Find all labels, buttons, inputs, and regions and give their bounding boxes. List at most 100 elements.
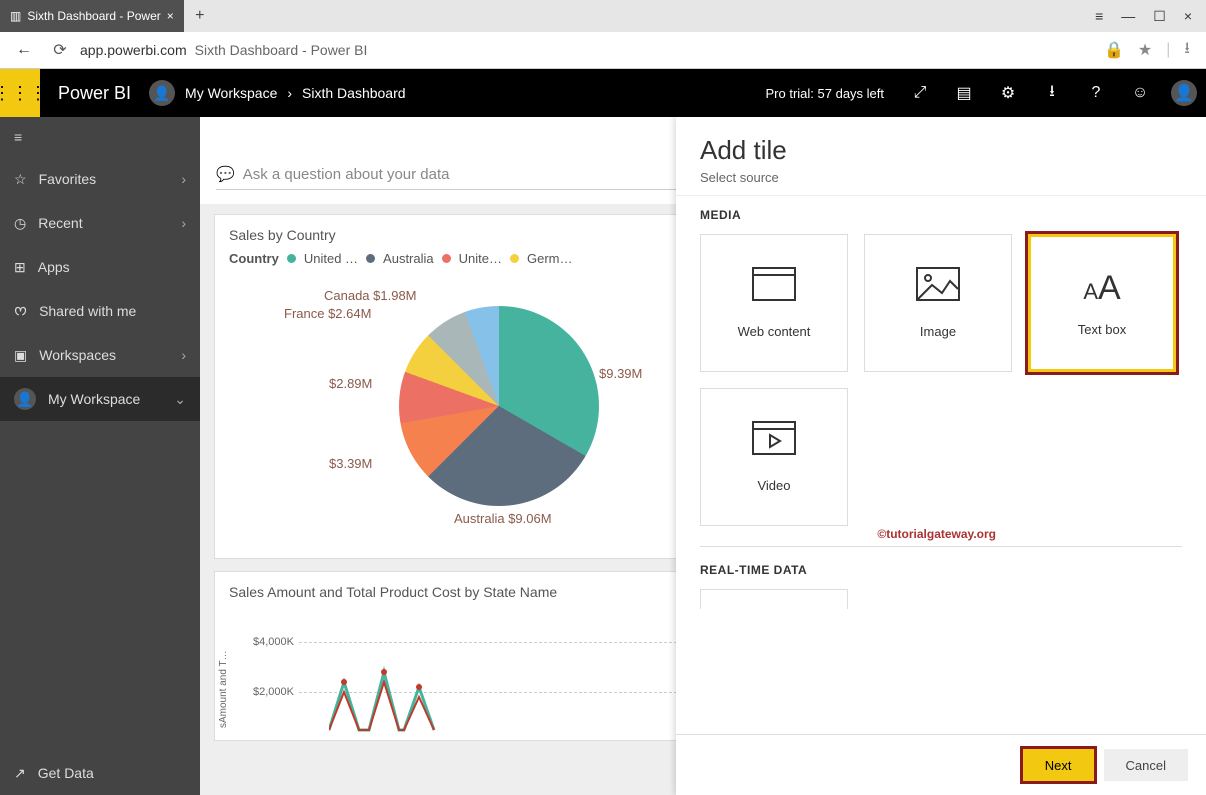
chevron-right-icon: ›	[181, 347, 186, 363]
sidebar-item-my-workspace[interactable]: 👤 My Workspace ⌄	[0, 377, 200, 421]
divider	[700, 546, 1182, 547]
sidebar-item-shared[interactable]: ᰔ Shared with me	[0, 289, 200, 333]
sidebar-toggle[interactable]: ≡	[0, 117, 200, 157]
pie-label: $3.39M	[329, 456, 372, 471]
pie-label: $2.89M	[329, 376, 372, 391]
next-button[interactable]: Next	[1023, 749, 1094, 781]
sidebar-item-label: Workspaces	[39, 347, 116, 363]
apps-icon: ⊞	[14, 259, 26, 276]
top-nav: ⋮⋮⋮ Power BI 👤 My Workspace › Sixth Dash…	[0, 69, 1206, 117]
clock-icon: ◷	[14, 215, 26, 232]
fullscreen-icon[interactable]: ⤢	[898, 69, 942, 117]
brand: Power BI	[40, 83, 149, 104]
breadcrumb-workspace[interactable]: My Workspace	[185, 85, 277, 101]
y-tick: $2,000K	[253, 686, 294, 698]
chart-icon: ▥	[10, 9, 21, 23]
panel-title: Add tile	[700, 135, 1182, 166]
chevron-down-icon: ⌄	[174, 391, 186, 408]
download-icon[interactable]: ⭳	[1184, 37, 1190, 64]
workspaces-icon: ▣	[14, 347, 27, 364]
browser-tab[interactable]: ▥ Sixth Dashboard - Power ×	[0, 0, 184, 32]
tile-label: Image	[920, 324, 956, 339]
text-icon: AA	[1083, 269, 1120, 308]
realtime-tile-grid	[700, 589, 1182, 609]
panel-header: Add tile Select source	[676, 117, 1206, 195]
favorite-icon[interactable]: ★	[1138, 40, 1152, 60]
get-data-icon: ↗	[14, 765, 26, 782]
tile-label: Video	[757, 478, 790, 493]
media-tile-grid: Web content Image AA Text box	[700, 234, 1182, 526]
section-realtime-label: REAL-TIME DATA	[700, 563, 1182, 577]
video-icon	[752, 421, 796, 464]
chat-icon: 💬	[216, 165, 235, 183]
tile-option-image[interactable]: Image	[864, 234, 1012, 372]
refresh-button[interactable]: ⟳	[50, 40, 70, 60]
panel-footer: Next Cancel	[676, 734, 1206, 795]
tile-option-realtime[interactable]	[700, 589, 848, 609]
chevron-right-icon: ›	[287, 85, 292, 101]
add-tile-panel: Add tile Select source MEDIA Web content	[676, 117, 1206, 795]
trial-status: Pro trial: 57 days left	[752, 86, 899, 101]
url-page-title: Sixth Dashboard - Power BI	[195, 42, 368, 58]
legend-dot	[510, 254, 519, 263]
help-icon[interactable]: ?	[1074, 69, 1118, 117]
back-button[interactable]: ←	[8, 41, 40, 59]
star-icon: ☆	[14, 171, 27, 188]
comments-icon[interactable]: ▤	[942, 69, 986, 117]
app-launcher-icon[interactable]: ⋮⋮⋮	[0, 69, 40, 117]
tile-option-web-content[interactable]: Web content	[700, 234, 848, 372]
browser-chrome: ▥ Sixth Dashboard - Power × + ≡ — ☐ × ← …	[0, 0, 1206, 69]
new-tab-button[interactable]: +	[184, 0, 216, 32]
y-axis-label: sAmount and T…	[218, 650, 229, 728]
minimize-icon[interactable]: —	[1121, 8, 1135, 24]
legend-dot	[442, 254, 451, 263]
main-content: ＋Add tile 📈Usage metrics ⇆View relat 💬 A…	[200, 117, 1206, 795]
app-shell: ≡ ☆ Favorites › ◷ Recent › ⊞ Apps ᰔ Shar…	[0, 117, 1206, 795]
section-media-label: MEDIA	[700, 208, 1182, 222]
watermark: ©tutorialgateway.org	[877, 527, 996, 541]
sidebar-item-apps[interactable]: ⊞ Apps	[0, 245, 200, 289]
legend-dot	[366, 254, 375, 263]
pie-label: $9.39M	[599, 366, 642, 381]
pie-label: Australia $9.06M	[454, 511, 552, 526]
panel-subtitle: Select source	[700, 170, 1182, 185]
avatar-icon: 👤	[149, 80, 175, 106]
lock-icon[interactable]: 🔒	[1104, 40, 1124, 60]
tile-label: Web content	[738, 324, 811, 339]
cancel-button[interactable]: Cancel	[1104, 749, 1188, 781]
tab-title: Sixth Dashboard - Power	[27, 9, 160, 23]
url-host: app.powerbi.com	[80, 42, 187, 58]
pie-graphic	[399, 306, 599, 506]
user-avatar[interactable]: 👤	[1162, 69, 1206, 117]
settings-icon[interactable]: ⚙	[986, 69, 1030, 117]
sidebar-item-recent[interactable]: ◷ Recent ›	[0, 201, 200, 245]
share-icon: ᰔ	[14, 301, 27, 322]
sidebar-item-label: Get Data	[38, 765, 94, 781]
close-tab-icon[interactable]: ×	[167, 9, 174, 23]
sidebar-item-favorites[interactable]: ☆ Favorites ›	[0, 157, 200, 201]
address-bar: ← ⟳ app.powerbi.com Sixth Dashboard - Po…	[0, 32, 1206, 68]
tile-label: Text box	[1078, 322, 1126, 337]
sidebar-item-label: Shared with me	[39, 303, 136, 319]
window-controls: ≡ — ☐ ×	[1081, 0, 1206, 32]
sidebar-item-label: My Workspace	[48, 391, 140, 407]
breadcrumb: 👤 My Workspace › Sixth Dashboard	[149, 80, 406, 106]
menu-icon[interactable]: ≡	[1095, 8, 1103, 24]
download-icon[interactable]: ⭳	[1030, 69, 1074, 117]
sidebar-item-workspaces[interactable]: ▣ Workspaces ›	[0, 333, 200, 377]
url-field[interactable]: app.powerbi.com Sixth Dashboard - Power …	[80, 42, 1094, 58]
y-tick: $4,000K	[253, 636, 294, 648]
feedback-icon[interactable]: ☺	[1118, 69, 1162, 117]
image-icon	[916, 267, 960, 310]
sidebar-get-data[interactable]: ↗ Get Data	[0, 751, 200, 795]
chevron-right-icon: ›	[181, 215, 186, 231]
tile-option-video[interactable]: Video	[700, 388, 848, 526]
tile-option-text-box[interactable]: AA Text box	[1028, 234, 1176, 372]
breadcrumb-dashboard[interactable]: Sixth Dashboard	[302, 85, 406, 101]
pie-label: Canada $1.98M	[324, 288, 417, 303]
maximize-icon[interactable]: ☐	[1153, 8, 1166, 25]
close-window-icon[interactable]: ×	[1184, 8, 1192, 24]
line-peaks	[329, 652, 449, 732]
sidebar-item-label: Apps	[38, 259, 70, 275]
pie-label: France $2.64M	[284, 306, 371, 321]
